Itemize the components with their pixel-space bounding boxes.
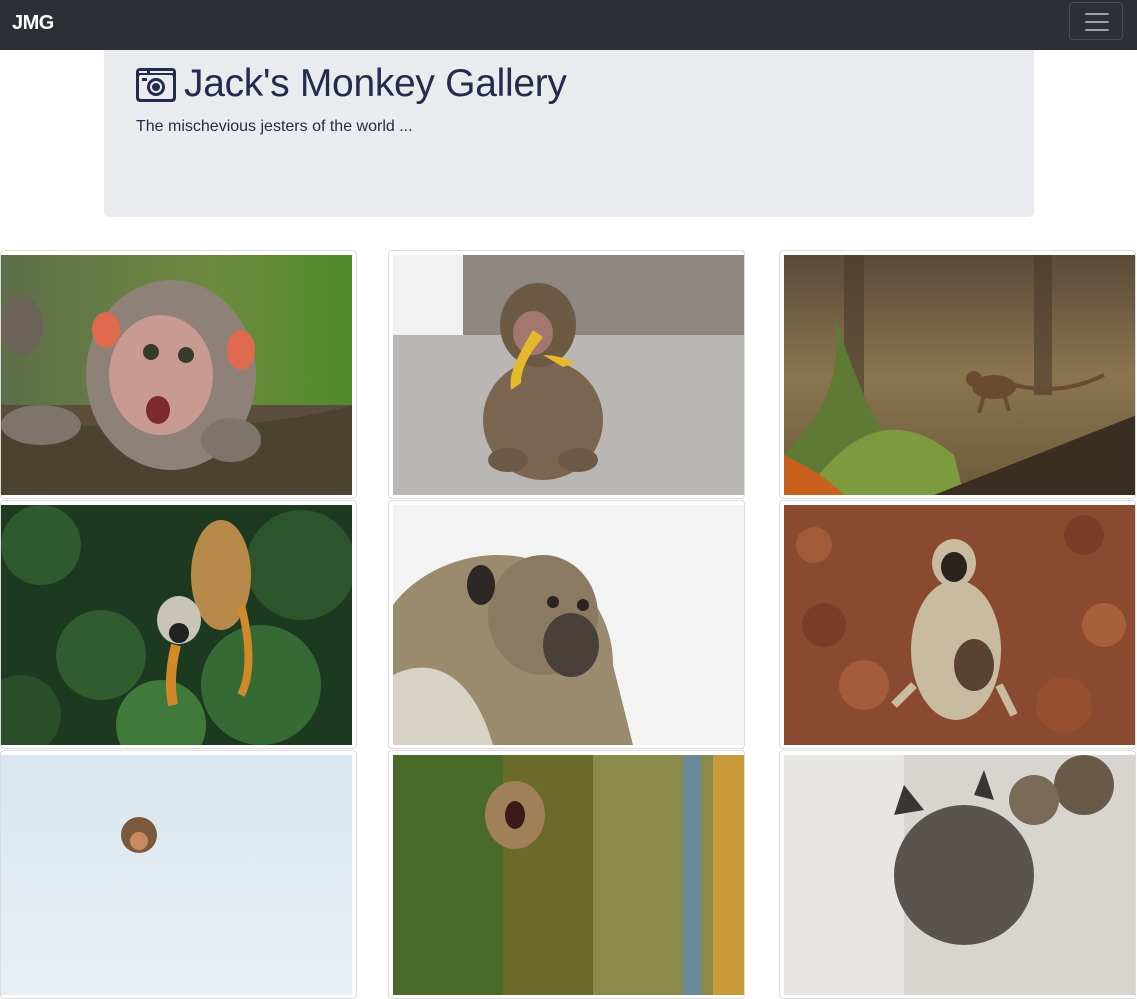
gallery-card[interactable] (388, 250, 745, 499)
jumbotron: Jack's Monkey Gallery The mischevious je… (104, 50, 1034, 217)
monkey-photo (784, 255, 1135, 495)
gallery-card[interactable] (779, 750, 1136, 999)
brand-link[interactable]: JMG (12, 11, 54, 35)
hamburger-menu-icon (1085, 29, 1109, 31)
gallery-card[interactable] (0, 250, 357, 499)
hamburger-menu-icon (1085, 21, 1109, 23)
menu-toggle-button[interactable] (1069, 2, 1123, 40)
page-header: Jack's Monkey Gallery (136, 62, 567, 106)
gallery-card[interactable] (388, 750, 745, 999)
hamburger-menu-icon (1085, 13, 1109, 15)
monkey-photo (1, 255, 352, 495)
page-subtitle: The mischevious jesters of the world ... (136, 118, 413, 135)
gallery-card[interactable] (779, 500, 1136, 749)
monkey-photo (393, 505, 744, 745)
gallery-card[interactable] (0, 750, 357, 999)
photo-gallery (0, 250, 1137, 999)
page-title: Jack's Monkey Gallery (184, 62, 567, 105)
monkey-photo (784, 505, 1135, 745)
monkey-photo (393, 755, 744, 995)
monkey-photo (393, 255, 744, 495)
monkey-photo (784, 755, 1135, 995)
gallery-card[interactable] (0, 500, 357, 749)
navbar: JMG (0, 0, 1137, 50)
gallery-card[interactable] (388, 500, 745, 749)
monkey-photo (1, 755, 352, 995)
camera-icon (136, 66, 176, 102)
gallery-card[interactable] (779, 250, 1136, 499)
monkey-photo (1, 505, 352, 745)
